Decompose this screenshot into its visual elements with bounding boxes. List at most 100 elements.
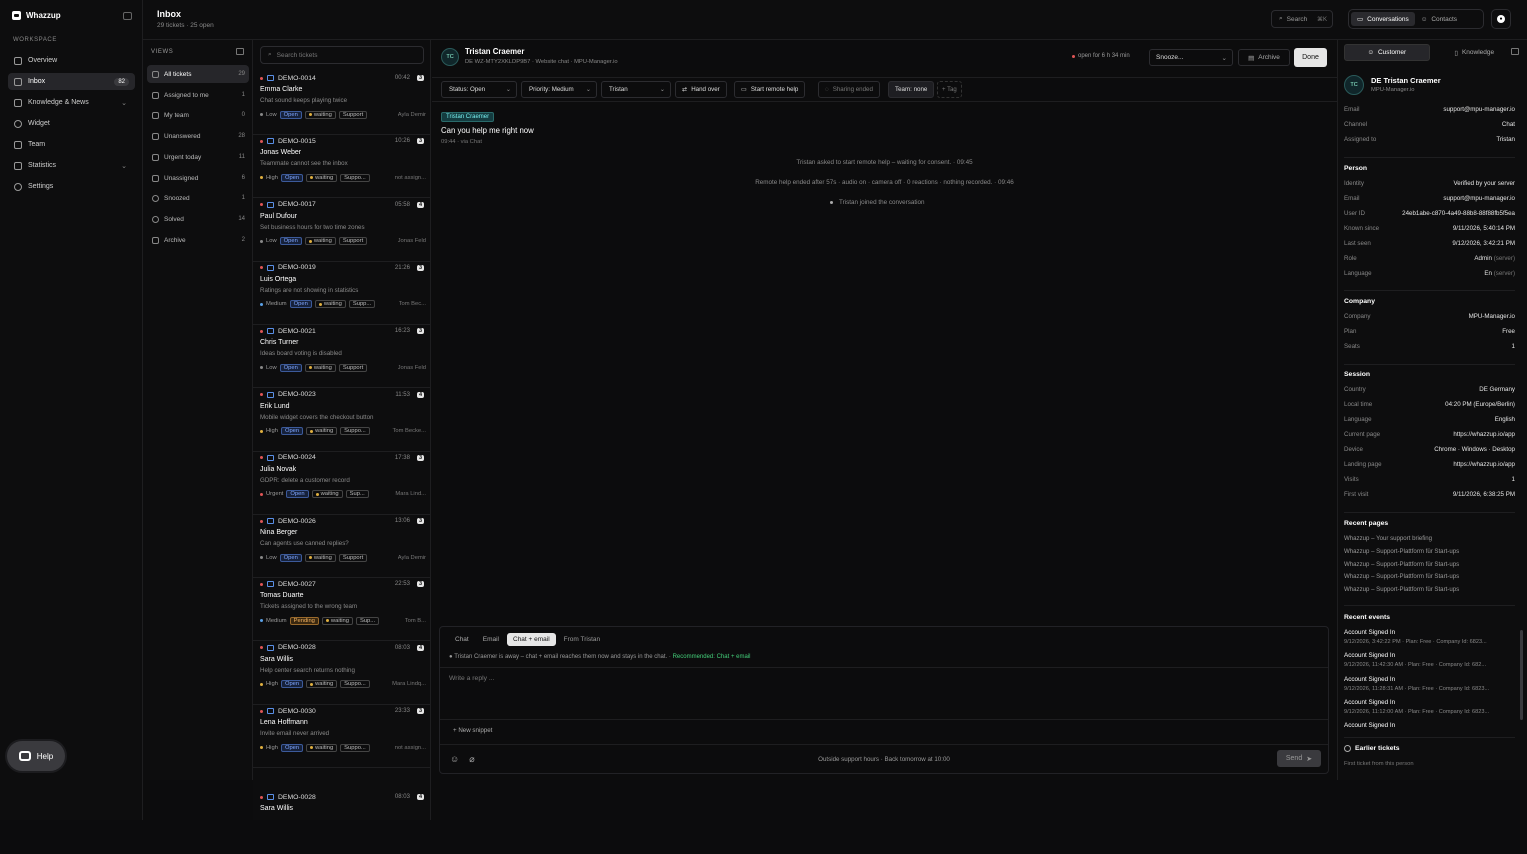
snooze-select[interactable]: Snooze... ⌄	[1149, 49, 1233, 66]
ticket-header: DEMO-0015 10:26 3	[260, 136, 424, 146]
tab-knowledge[interactable]: ▯ Knowledge	[1433, 44, 1517, 61]
handover-button[interactable]: ⇄ Hand over	[675, 81, 727, 98]
ticket-id: DEMO-0015	[278, 137, 316, 145]
app-name: Whazzup	[26, 11, 61, 20]
ticket-badges: High Open waiting Suppo... Tom Becke...	[260, 426, 426, 437]
global-search-button[interactable]: ⌕ Search ⌘K	[1271, 10, 1333, 28]
info-row: Identity Verified by your server	[1344, 180, 1515, 192]
priority-select[interactable]: Priority: Medium ⌄	[521, 81, 597, 98]
ticket-time: 11:53	[395, 391, 410, 398]
panel-toggle-icon[interactable]	[236, 48, 244, 55]
nav-knowledge[interactable]: Knowledge & News ⌄	[8, 94, 135, 111]
team-badge: Suppo...	[340, 427, 370, 435]
view-label: Archive	[164, 236, 186, 244]
view-unassigned[interactable]: Unassigned 6	[147, 169, 249, 187]
team-badge: Support	[338, 237, 368, 246]
view-all-tickets[interactable]: All tickets 29	[147, 65, 249, 83]
view-urgent-today[interactable]: Urgent today 11	[147, 148, 249, 166]
user-avatar[interactable]: ●	[1491, 9, 1511, 29]
status-select[interactable]: Status: Open ⌄	[441, 81, 517, 98]
view-assigned-to-me[interactable]: Assigned to me 1	[147, 86, 249, 104]
nav-team[interactable]: Team	[8, 136, 135, 153]
message-icon	[152, 132, 159, 140]
unread-dot	[260, 329, 263, 333]
ticket-header: DEMO-0030 23:33 3	[260, 706, 424, 716]
recent-page-link[interactable]: Whazzup – Support-Plattform für Start-up…	[1344, 586, 1459, 593]
nav-overview[interactable]: Overview	[8, 52, 135, 69]
remote-help-button[interactable]: ▭ Start remote help	[734, 81, 806, 98]
status-label: Status: Open	[449, 86, 486, 93]
tab-email[interactable]: Email	[477, 633, 505, 646]
sidebar-collapse-icon[interactable]	[123, 12, 132, 20]
ticket-row[interactable]: DEMO-0021 16:23 3 Chris Turner Ideas boa…	[253, 325, 430, 389]
view-unanswered[interactable]: Unanswered 28	[147, 127, 249, 145]
tab-contacts[interactable]: ☺ Contacts	[1415, 12, 1463, 26]
nav-settings[interactable]: Settings	[8, 178, 135, 195]
ticket-row[interactable]: DEMO-0026 13:06 3 Nina Berger Can agents…	[253, 515, 430, 579]
event-title: Account Signed In	[1344, 675, 1396, 683]
ticket-search-input[interactable]: ⌕ Search tickets	[260, 46, 424, 64]
tab-chat[interactable]: Chat	[449, 633, 475, 646]
book-icon	[14, 98, 22, 107]
tab-customer[interactable]: ☺ Customer	[1344, 44, 1430, 61]
ticket-time: 10:26	[394, 138, 410, 145]
view-archive[interactable]: Archive 2	[147, 231, 249, 249]
tab-chat-email[interactable]: Chat + email	[507, 633, 556, 646]
view-snoozed[interactable]: Snoozed 1	[147, 189, 249, 207]
ticket-row-ghost[interactable]: DEMO-0028 08:03 4 Sara Willis	[253, 791, 431, 854]
brand[interactable]: Whazzup	[12, 11, 61, 20]
ticket-badges: Medium Pending waiting Sup... Tom B...	[260, 615, 426, 626]
view-my-team[interactable]: My team 0	[147, 106, 249, 124]
ticket-row[interactable]: DEMO-0015 10:26 3 Jonas Weber Teammate c…	[253, 135, 430, 199]
info-row: Language English	[1344, 416, 1515, 428]
info-value: English	[1495, 416, 1515, 428]
done-button[interactable]: Done	[1294, 48, 1327, 67]
priority-dot	[260, 429, 263, 433]
recent-page-link[interactable]: Whazzup – Support-Plattform für Start-up…	[1344, 561, 1459, 568]
ticket-row[interactable]: DEMO-0028 08:03 4 Sara Willis Help cente…	[253, 642, 430, 705]
ticket-row[interactable]: DEMO-0014 00:42 3 Emma Clarke Chat sound…	[253, 72, 430, 135]
info-value-text: 9/11/2026, 5:40:14 PM	[1452, 225, 1515, 232]
message-count: 3	[416, 708, 424, 714]
users-icon	[152, 111, 159, 119]
recent-page-link[interactable]: Whazzup – Your support briefing	[1344, 535, 1432, 542]
ticket-row[interactable]: DEMO-0023 11:53 4 Erik Lund Mobile widge…	[253, 389, 430, 452]
tab-conversations[interactable]: ▭ Conversations	[1351, 12, 1415, 26]
recent-page-link[interactable]: Whazzup – Support-Plattform für Start-up…	[1344, 573, 1459, 580]
ticket-badges: High Open waiting Suppo... Mara Lindq...	[260, 679, 426, 690]
customer-name: DE Tristan Craemer	[1371, 76, 1441, 85]
view-count: 0	[241, 112, 245, 118]
nav-widget[interactable]: Widget	[8, 115, 135, 132]
chat-icon	[267, 391, 274, 398]
new-snippet-button[interactable]: + New snippet	[453, 727, 492, 734]
nav-statistics[interactable]: Statistics ⌄	[8, 157, 135, 174]
info-value-text: 9/12/2026, 3:42:21 PM	[1452, 240, 1515, 247]
panel-toggle-icon[interactable]	[1511, 48, 1519, 55]
ticket-row[interactable]: DEMO-0027 22:53 3 Tomas Duarte Tickets a…	[253, 578, 430, 642]
reply-input[interactable]: Write a reply ...	[449, 675, 495, 682]
help-button[interactable]: Help	[7, 741, 65, 771]
hint-dot: ●	[449, 654, 453, 660]
assignee-select[interactable]: Tristan ⌄	[601, 81, 671, 98]
ticket-row[interactable]: DEMO-0024 17:38 3 Julia Novak GDPR: dele…	[253, 452, 430, 515]
ticket-row[interactable]: DEMO-0030 23:33 3 Lena Hoffmann Invite e…	[253, 705, 430, 768]
info-value-text: support@mpu-manager.io	[1443, 106, 1515, 113]
chat-icon: ▭	[1357, 16, 1364, 23]
nav-inbox[interactable]: Inbox 82	[8, 73, 135, 90]
archive-button[interactable]: ▤ Archive	[1238, 49, 1290, 66]
add-tag-button[interactable]: + Tag	[937, 81, 962, 98]
info-row: Channel Chat	[1344, 121, 1515, 133]
unread-dot	[260, 709, 263, 713]
recent-page-link[interactable]: Whazzup – Support-Plattform für Start-up…	[1344, 548, 1459, 555]
scrollbar[interactable]	[1520, 630, 1523, 720]
info-key: Landing page	[1344, 461, 1382, 468]
team-badge[interactable]: Team: none	[888, 81, 935, 98]
send-button[interactable]: Send ➤	[1277, 750, 1321, 767]
contact-name[interactable]: Tristan Craemer	[465, 47, 524, 56]
ticket-time: 23:33	[394, 708, 410, 714]
team-badge: Support	[338, 110, 368, 119]
ticket-row[interactable]: DEMO-0017 05:58 4 Paul Dufour Set busine…	[253, 199, 430, 262]
view-solved[interactable]: Solved 14	[147, 210, 249, 228]
team-badge: Support	[338, 553, 368, 562]
ticket-row[interactable]: DEMO-0019 21:26 3 Luis Ortega Ratings ar…	[253, 262, 430, 325]
